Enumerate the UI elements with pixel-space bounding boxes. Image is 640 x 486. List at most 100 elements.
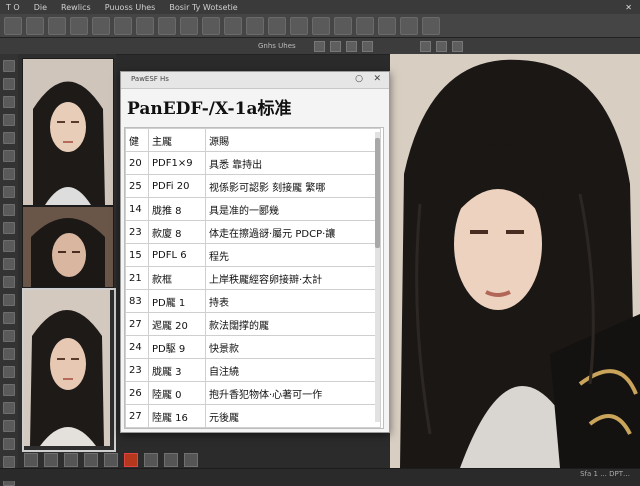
options-label: Gnhs Uhes (258, 42, 296, 50)
menu-item[interactable]: Puuoss Uhes (105, 3, 156, 12)
tool-icon[interactable] (3, 312, 15, 324)
delete-button[interactable] (124, 453, 138, 467)
tool-icon[interactable] (3, 168, 15, 180)
tool-icon[interactable] (3, 456, 15, 468)
option-button[interactable] (436, 41, 447, 52)
scrollbar-thumb[interactable] (375, 138, 380, 248)
thumbnail-image-selected[interactable] (22, 288, 116, 452)
tool-icon[interactable] (3, 420, 15, 432)
table-row[interactable]: 83 PD龎 1 持表 (125, 289, 381, 313)
toolbar-button[interactable] (224, 16, 242, 35)
main-canvas-image[interactable] (390, 54, 640, 468)
option-button[interactable] (330, 41, 341, 52)
table-header-row: 健 主龎 源賜 (125, 128, 381, 152)
tool-icon[interactable] (3, 204, 15, 216)
tool-icon[interactable] (3, 150, 15, 162)
option-button[interactable] (420, 41, 431, 52)
thumb-tool-button[interactable] (84, 453, 98, 467)
table-row[interactable]: 21 款框 上岸秩龎經容卵接辧·太計 (125, 266, 381, 290)
tool-icon[interactable] (3, 258, 15, 270)
toolbar-button[interactable] (290, 16, 308, 35)
table-row[interactable]: 27 迡龎 20 款法闊撑的龎 (125, 312, 381, 336)
table-row[interactable]: 27 陸龎 16 元後龎 (125, 404, 381, 428)
column-header[interactable]: 健 (125, 128, 149, 152)
thumb-tool-button[interactable] (44, 453, 58, 467)
table-row[interactable]: 25 PDFi 20 视係影可認影 刻接龎 繁哪 (125, 174, 381, 198)
tool-icon[interactable] (3, 366, 15, 378)
tool-icon[interactable] (3, 402, 15, 414)
column-header[interactable]: 源賜 (205, 128, 381, 152)
thumbnail-panel (18, 54, 116, 480)
table-cell: 83 (125, 289, 149, 313)
menu-item[interactable]: Die (34, 3, 47, 12)
menu-item[interactable]: Bosir Ty Wotsetie (169, 3, 237, 12)
tool-icon[interactable] (3, 114, 15, 126)
table-cell: 抱升香犯物体·心著可一作 (205, 381, 381, 405)
tool-icon[interactable] (3, 276, 15, 288)
window-close-icon[interactable]: ✕ (625, 3, 632, 12)
option-button[interactable] (362, 41, 373, 52)
toolbar-button[interactable] (70, 16, 88, 35)
toolbar-button[interactable] (400, 16, 418, 35)
toolbar-button[interactable] (114, 16, 132, 35)
minimize-icon[interactable]: ○ (355, 74, 363, 84)
toolbar-button[interactable] (356, 16, 374, 35)
toolbar-button[interactable] (268, 16, 286, 35)
table-cell: 具是准的一郾幾 (205, 197, 381, 221)
menu-item[interactable]: Rewlics (61, 3, 91, 12)
table-cell: 具悉 靠持出 (205, 151, 381, 175)
toolbar-button[interactable] (4, 16, 22, 35)
tool-icon[interactable] (3, 186, 15, 198)
toolbar-button[interactable] (92, 16, 110, 35)
table-row[interactable]: 26 陸龎 0 抱升香犯物体·心著可一作 (125, 381, 381, 405)
tool-icon[interactable] (3, 348, 15, 360)
table-row[interactable]: 14 胧推 8 具是准的一郾幾 (125, 197, 381, 221)
table-cell: 27 (125, 312, 149, 336)
menu-item[interactable]: T O (6, 3, 20, 12)
tool-icon[interactable] (3, 240, 15, 252)
thumb-tool-button[interactable] (104, 453, 118, 467)
toolbar-button[interactable] (334, 16, 352, 35)
tool-icon[interactable] (3, 96, 15, 108)
thumb-tool-button[interactable] (64, 453, 78, 467)
toolbar-button[interactable] (312, 16, 330, 35)
toolbar-button[interactable] (136, 16, 154, 35)
tool-icon[interactable] (3, 132, 15, 144)
tool-icon[interactable] (3, 330, 15, 342)
thumb-tool-button[interactable] (144, 453, 158, 467)
thumb-tool-button[interactable] (164, 453, 178, 467)
tool-icon[interactable] (3, 438, 15, 450)
pdf-standard-dialog: PawESF Hs ○ ✕ PanEDF-/X-1a标准 健 主龎 源賜 20 P… (120, 71, 390, 433)
option-button[interactable] (314, 41, 325, 52)
portrait-artwork (390, 54, 640, 468)
toolbar-button[interactable] (48, 16, 66, 35)
tool-icon[interactable] (3, 60, 15, 72)
thumbnail-image[interactable] (22, 58, 114, 206)
dialog-titlebar[interactable]: PawESF Hs ○ ✕ (121, 72, 389, 89)
toolbar-button[interactable] (378, 16, 396, 35)
toolbar-button[interactable] (202, 16, 220, 35)
thumb-tool-button[interactable] (184, 453, 198, 467)
table-cell: 25 (125, 174, 149, 198)
option-button[interactable] (452, 41, 463, 52)
toolbar-button[interactable] (180, 16, 198, 35)
table-row[interactable]: 20 PDF1×9 具悉 靠持出 (125, 151, 381, 175)
toolbar-button[interactable] (26, 16, 44, 35)
close-icon[interactable]: ✕ (373, 74, 381, 84)
table-row[interactable]: 24 PD駆 9 快景款 (125, 335, 381, 359)
tool-icon[interactable] (3, 222, 15, 234)
toolbar-button[interactable] (246, 16, 264, 35)
table-row[interactable]: 23 胧龎 3 自注繞 (125, 358, 381, 382)
table-row[interactable]: 23 款廈 8 体走在擦過谺·屬元 PDCP·讓 (125, 220, 381, 244)
thumbnail-image[interactable] (22, 206, 114, 288)
tool-icon[interactable] (3, 294, 15, 306)
table-scrollbar[interactable] (375, 132, 380, 422)
tool-icon[interactable] (3, 384, 15, 396)
column-header[interactable]: 主龎 (148, 128, 206, 152)
thumb-tool-button[interactable] (24, 453, 38, 467)
tool-icon[interactable] (3, 78, 15, 90)
toolbar-button[interactable] (158, 16, 176, 35)
table-row[interactable]: 15 PDFL 6 程先 (125, 243, 381, 267)
toolbar-button[interactable] (422, 16, 440, 35)
option-button[interactable] (346, 41, 357, 52)
